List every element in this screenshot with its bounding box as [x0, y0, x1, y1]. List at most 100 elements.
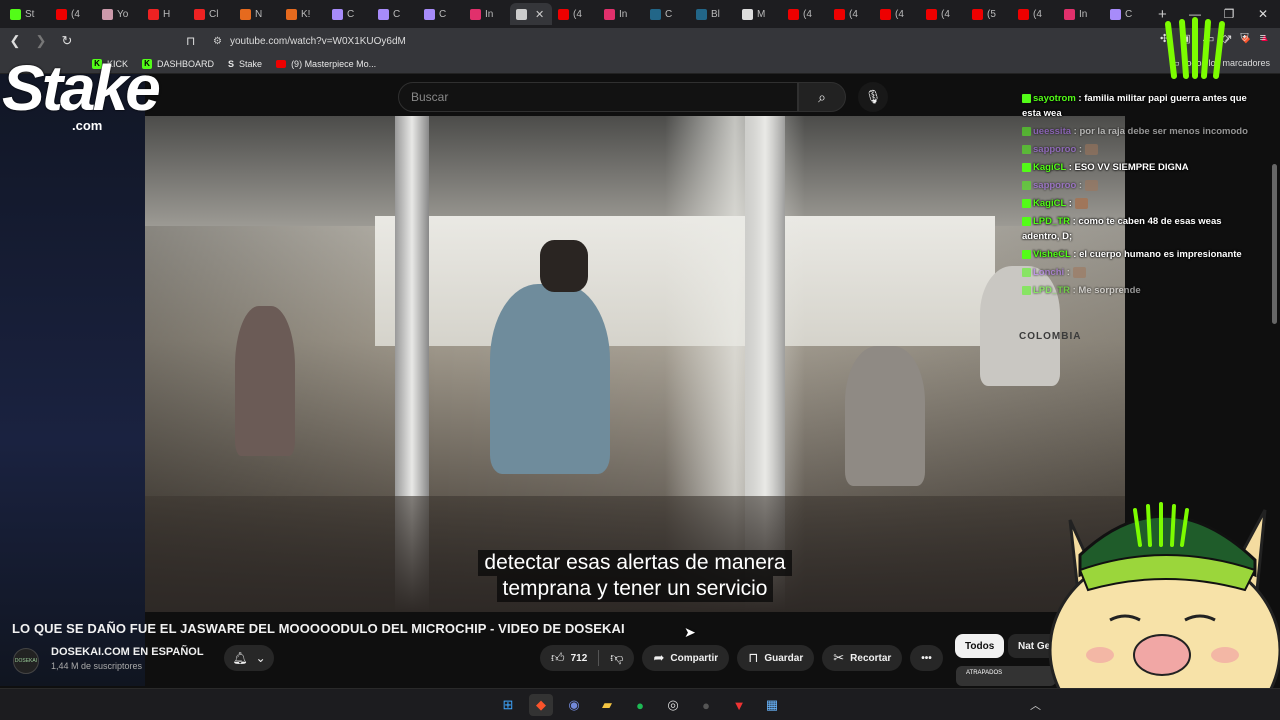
more-actions-button[interactable]: ••• [910, 645, 943, 671]
chat-username[interactable]: sapporoo [1033, 144, 1076, 155]
forward-icon[interactable]: ❯ [30, 33, 52, 49]
share-button[interactable]: ➦ Compartir [642, 645, 730, 671]
browser-tab[interactable]: C [372, 3, 418, 25]
chat-text: por la raja debe ser menos incomodo [1079, 126, 1248, 137]
tab-label: Cl [209, 8, 219, 20]
colombia-sign: COLOMBIA [1019, 331, 1082, 342]
tab-favicon-icon [240, 8, 251, 20]
video-scene-person [235, 306, 295, 456]
browser-tab[interactable]: ✕ [510, 3, 552, 25]
search-input[interactable]: Buscar [398, 82, 798, 112]
browser-tab[interactable]: (5 [966, 3, 1012, 25]
browser-tab[interactable]: H [142, 3, 188, 25]
taskbar-icons: ⊞ ◆ ◉ ▰ ● ◎ ● ▼ ▦ [496, 694, 784, 716]
chat-username[interactable]: sapporoo [1033, 180, 1076, 191]
search-button[interactable]: ⌕ [798, 82, 846, 112]
stream-chat: sayotrom : familia militar papi guerra a… [1022, 91, 1258, 301]
chat-username[interactable]: Lonchi [1033, 267, 1064, 278]
chat-username[interactable]: VisheCL [1033, 249, 1071, 260]
close-window-icon[interactable]: ✕ [1246, 7, 1280, 21]
tab-label: In [1079, 8, 1088, 20]
chat-message: KagiCL : ESO VV SIEMPRE DIGNA [1022, 160, 1258, 175]
video-actions: 👍︎ 712 👎︎ ➦ Compartir ⊓ Guardar ✂ Recortar •… [540, 645, 943, 671]
chat-username[interactable]: KagiCL [1033, 198, 1066, 209]
close-tab-icon[interactable]: ✕ [535, 8, 544, 21]
voice-search-button[interactable]: 🎙 [858, 82, 888, 112]
menu-icon[interactable]: ≡ [1260, 32, 1266, 45]
windows-start-icon[interactable]: ⊞ [496, 694, 520, 716]
chip-todos[interactable]: Todos [955, 634, 1005, 658]
tab-label: M [757, 8, 766, 20]
browser-tab[interactable]: In [464, 3, 510, 25]
tab-favicon-icon [470, 8, 481, 20]
browser-tab[interactable]: In [1058, 3, 1104, 25]
chat-emote-icon [1084, 179, 1098, 191]
bookmark-masterpiece[interactable]: (9) Masterpiece Mo... [276, 59, 376, 69]
chat-username[interactable]: ueessita [1033, 126, 1071, 137]
tab-label: (4 [895, 8, 904, 20]
browser-tab[interactable]: St [4, 3, 50, 25]
back-icon[interactable]: ❮ [4, 33, 26, 49]
like-button[interactable]: 👍︎ 712 [540, 645, 598, 671]
chat-separator: : [1076, 144, 1085, 155]
chat-message: Lonchi : [1022, 265, 1258, 280]
browser-tab[interactable]: (4 [50, 3, 96, 25]
notifications-button[interactable]: 🔔︎ ⌄ [224, 645, 274, 671]
browser-tab[interactable]: C [326, 3, 372, 25]
brave-browser-icon[interactable]: ◆ [529, 694, 553, 716]
address-bar[interactable]: ⚙ youtube.com/watch?v=W0X1KUOy6dM [213, 31, 1003, 51]
browser-tab[interactable]: M [736, 3, 782, 25]
obs-icon[interactable]: ◎ [661, 694, 685, 716]
browser-tab[interactable]: N [234, 3, 280, 25]
url-text[interactable]: youtube.com/watch?v=W0X1KUOy6dM [230, 36, 406, 47]
spotify-icon[interactable]: ● [628, 694, 652, 716]
browser-tab[interactable]: (4 [874, 3, 920, 25]
browser-tab[interactable]: In [598, 3, 644, 25]
tab-label: C [665, 8, 673, 20]
chat-separator: : [1066, 162, 1075, 173]
browser-tab[interactable]: Bl [690, 3, 736, 25]
monster-energy-logo-icon [1165, 17, 1225, 79]
clip-button[interactable]: ✂ Recortar [822, 645, 903, 671]
browser-tab[interactable]: (4 [828, 3, 874, 25]
browser-tab[interactable]: C [418, 3, 464, 25]
app-icon[interactable]: ● [694, 694, 718, 716]
chat-separator: : [1070, 249, 1080, 260]
tab-favicon-icon [1110, 8, 1121, 20]
chat-message: sapporoo : [1022, 142, 1258, 157]
file-explorer-icon[interactable]: ▰ [595, 694, 619, 716]
browser-tab[interactable]: (4 [552, 3, 598, 25]
system-tray-chevron-icon[interactable]: ︿ [1030, 697, 1041, 713]
calculator-icon[interactable]: ▦ [760, 694, 784, 716]
page-scrollbar[interactable] [1272, 164, 1277, 324]
site-info-icon[interactable]: ⚙ [213, 36, 222, 47]
dislike-button[interactable]: 👎︎ [599, 645, 634, 671]
chat-username[interactable]: LPD_TR [1033, 285, 1070, 296]
browser-tab[interactable]: Yo [96, 3, 142, 25]
tab-favicon-icon [742, 8, 753, 20]
bookmark-stake[interactable]: S Stake [228, 59, 262, 69]
chat-username[interactable]: KagiCL [1033, 162, 1066, 173]
browser-tab[interactable]: (4 [1012, 3, 1058, 25]
chat-message: sayotrom : familia militar papi guerra a… [1022, 91, 1258, 121]
vpn-icon[interactable]: ⛨ [1240, 32, 1248, 45]
chat-username[interactable]: LPD_TR [1033, 216, 1070, 227]
save-button[interactable]: ⊓ Guardar [737, 645, 815, 671]
browser-tab[interactable]: C [1104, 3, 1150, 25]
valorant-icon[interactable]: ▼ [727, 694, 751, 716]
video-player[interactable]: COLOMBIA detectar esas alertas de manera… [145, 116, 1125, 612]
channel-avatar[interactable]: DOSEKAI [13, 648, 39, 674]
reload-icon[interactable]: ↻ [56, 33, 78, 49]
bookmark-page-icon[interactable]: ⊓ [186, 34, 195, 48]
channel-name[interactable]: DOSEKAI.COM EN ESPAÑOL [51, 646, 204, 658]
chat-badge-icon [1022, 267, 1031, 277]
tab-favicon-icon [286, 8, 297, 20]
browser-tab[interactable]: Cl [188, 3, 234, 25]
chat-emote-icon [1072, 266, 1086, 278]
discord-icon[interactable]: ◉ [562, 694, 586, 716]
browser-tab[interactable]: K! [280, 3, 326, 25]
browser-tab[interactable]: C [644, 3, 690, 25]
browser-tab[interactable]: (4 [782, 3, 828, 25]
browser-tab[interactable]: (4 [920, 3, 966, 25]
chat-username[interactable]: sayotrom [1033, 93, 1076, 104]
